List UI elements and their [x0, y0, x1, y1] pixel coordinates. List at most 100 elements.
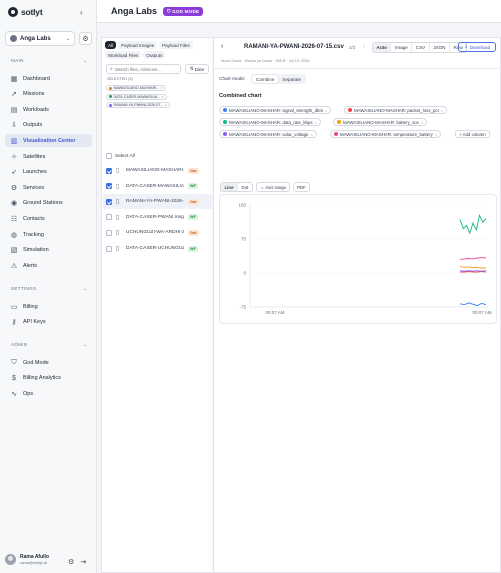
file-checkbox[interactable] [106, 198, 112, 205]
sidebar-item-billing-analytics[interactable]: $ Billing Analytics [5, 372, 92, 385]
close-icon[interactable]: × [421, 120, 423, 125]
file-search-input[interactable] [114, 66, 177, 72]
file-row[interactable]: ▯ DATA-CASER-MAWASILIAN... WF [103, 179, 212, 194]
close-icon[interactable]: × [161, 86, 163, 90]
sidebar-item-visualization-center[interactable]: ▥ Visualization Center [5, 134, 92, 148]
series-chip-label: MAWASILIANO-MASHAR: temperature_battery [340, 131, 433, 137]
sidebar-item-outputs[interactable]: ⇩ Outputs [5, 119, 92, 132]
series-chip[interactable]: MAWASILIANO-MASHAR: packet_loss_pct × [344, 106, 448, 114]
brand-logo[interactable]: sotlyt [8, 7, 43, 17]
sidebar-item-contacts[interactable]: ☷ Contacts [5, 212, 92, 225]
dot-mode-button[interactable]: Dot [238, 183, 252, 191]
file-row[interactable]: ▯ RAMANI-YA-PWANI-2026-... Out [103, 194, 212, 210]
sidebar-item-alerts[interactable]: ⚠ Alerts [5, 259, 92, 272]
sidebar-item-launches[interactable]: ➶ Launches [5, 166, 92, 179]
close-icon[interactable]: × [165, 103, 167, 107]
axis-range-button[interactable]: ⇔ Axis range [255, 182, 290, 192]
tab-all[interactable]: All [105, 41, 117, 49]
logout-icon[interactable]: ⇥ [80, 558, 86, 566]
series-line [459, 257, 487, 260]
select-all-checkbox[interactable] [106, 153, 112, 159]
series-chip[interactable]: MAWASILIANO-MASHAR: temperature_battery × [330, 130, 442, 138]
file-checkbox[interactable] [106, 245, 112, 252]
mode-combine-button[interactable]: Combine [252, 75, 279, 83]
close-icon[interactable]: × [435, 132, 437, 137]
collapse-sidebar-icon[interactable]: ‹ [80, 8, 83, 17]
pdf-button[interactable]: PDF [293, 182, 310, 192]
file-search[interactable]: ⌕ [106, 64, 181, 74]
sidebar-item-label: Contacts [23, 215, 45, 222]
chevron-down-icon[interactable]: ⌄ [83, 342, 87, 348]
file-checkbox[interactable] [106, 229, 112, 236]
tab-payload-files[interactable]: Payload Files [159, 41, 193, 49]
series-chip[interactable]: MAWASILIANO-MASHAR: signal_strength_dbm × [219, 106, 332, 114]
sidebar-item-ops[interactable]: ∿ Ops [5, 387, 92, 400]
series-chip[interactable]: MAWASILIANO-MASHAR: data_rate_kbps × [219, 118, 321, 126]
file-type-badge: Out [188, 229, 199, 236]
org-settings-gear-icon[interactable]: ⚙ [79, 32, 92, 45]
format-image-button[interactable]: Image [391, 43, 413, 52]
antenna-icon: ◉ [10, 200, 18, 208]
select-all-row[interactable]: Select All [106, 153, 135, 159]
download-button[interactable]: ⇩ Download [458, 42, 496, 52]
chevron-down-icon[interactable]: ⌄ [83, 58, 87, 64]
selected-file-chip[interactable]: DATA-CASER-MAWASILIA... × [106, 93, 167, 100]
series-chip[interactable]: MAWASILIANO-MASHAR: solar_voltage × [219, 130, 317, 138]
format-auto-button[interactable]: Auto [373, 43, 392, 52]
file-checkbox[interactable] [106, 183, 112, 190]
tab-outputs[interactable]: Outputs [143, 51, 166, 59]
sidebar-item-workloads[interactable]: ▤ Workloads [5, 103, 92, 116]
sidebar-item-ground-stations[interactable]: ◉ Ground Stations [5, 197, 92, 210]
tab-payload-images[interactable]: Payload Images [118, 41, 158, 49]
sidebar-item-simulation[interactable]: ▧ Simulation [5, 244, 92, 257]
sidebar-item-satellites[interactable]: ✧ Satellites [5, 150, 92, 163]
sidebar-item-god-mode[interactable]: ⛉ God Mode [5, 356, 92, 369]
app-root: sotlyt ‹ Anga Labs ⌄ ⚙ MAIN ⌄ ▦ Dashboard ➚ M… [0, 0, 501, 573]
close-icon[interactable]: × [315, 120, 317, 125]
sidebar-item-dashboard[interactable]: ▦ Dashboard [5, 72, 92, 85]
file-row[interactable]: ▯ DATA-CASER-UCHUNGUZI... WF [103, 241, 212, 256]
user-settings-gear-icon[interactable]: ⚙ [68, 558, 74, 566]
close-icon[interactable]: × [310, 132, 312, 137]
series-chip-label: MAWASILIANO-MASHAR: battery_soc [343, 119, 420, 125]
line-mode-button[interactable]: Line [221, 183, 239, 191]
god-mode-badge-label: GOD MODE [172, 8, 200, 14]
download-icon: ⇩ [11, 122, 17, 130]
selected-file-chip[interactable]: MAWASILIANO-MASHARI... × [106, 85, 166, 91]
file-checkbox[interactable] [106, 214, 112, 221]
user-email: rama@sotlyt.ai [20, 560, 47, 565]
series-chip[interactable]: MAWASILIANO-MASHAR: battery_soc × [333, 118, 428, 126]
close-icon[interactable]: × [162, 95, 164, 99]
chip-label: DATA-CASER-MAWASILIA... [113, 94, 161, 99]
download-icon: ⇩ [463, 44, 468, 49]
next-file-icon[interactable]: › [363, 44, 365, 50]
sort-by-date-button[interactable]: ⇅ Date [185, 64, 209, 74]
series-chip-label: MAWASILIANO-MASHAR: signal_strength_dbm [229, 107, 324, 113]
file-checkbox[interactable] [106, 167, 112, 174]
back-arrow-icon[interactable]: ‹ [221, 43, 223, 50]
satellite-icon: ✧ [11, 153, 17, 161]
selected-file-chip[interactable]: RAMANI-YA-PWANI-2026-07... × [106, 102, 171, 108]
search-icon: ⌕ [110, 66, 113, 72]
sidebar-item-api-keys[interactable]: ⚷ API Keys [5, 316, 92, 329]
close-icon[interactable]: × [441, 108, 443, 113]
file-row[interactable]: ▯ MAWASILIANO-MASHARI... Out [103, 163, 212, 178]
tab-workload-files[interactable]: Workload Files [105, 51, 142, 59]
sidebar-item-billing[interactable]: ▭ Billing [5, 300, 92, 313]
file-row[interactable]: ▯ DATA-CASER-PWANI.msg WF [103, 210, 212, 225]
file-row[interactable]: ▯ UCHUNGUZI-WA-ARDHI-2... Out [103, 225, 212, 240]
close-icon[interactable]: × [325, 108, 327, 113]
user-profile[interactable]: Rama Afullo rama@sotlyt.ai [5, 554, 49, 565]
format-json-button[interactable]: JSON [430, 43, 450, 52]
format-csv-button[interactable]: CSV [412, 43, 430, 52]
series-line [459, 302, 487, 307]
sidebar-item-missions[interactable]: ➚ Missions [5, 88, 92, 101]
sidebar-item-services[interactable]: ⚙ Services [5, 181, 92, 194]
chevron-down-icon[interactable]: ⌄ [83, 286, 87, 292]
file-name: DATA-CASER-MAWASILIAN... [126, 183, 184, 189]
sidebar-item-tracking[interactable]: ◍ Tracking [5, 228, 92, 241]
mode-separate-button[interactable]: Separate [278, 75, 305, 83]
org-switcher[interactable]: Anga Labs ⌄ [5, 31, 75, 46]
axis-range-label: Axis range [265, 184, 286, 190]
add-column-button[interactable]: + Add column [455, 130, 490, 138]
